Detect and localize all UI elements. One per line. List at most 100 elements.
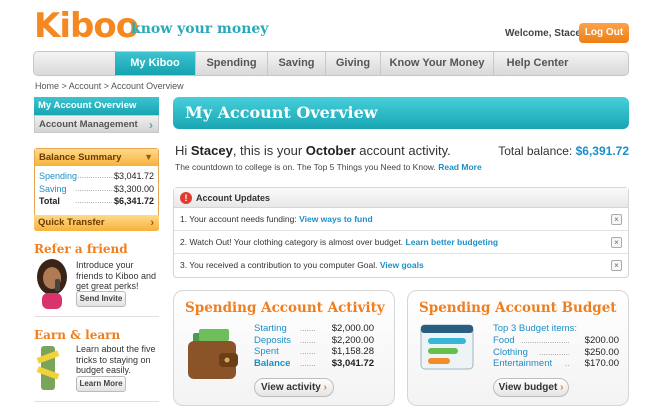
budget-amount: $200.00 <box>584 335 619 346</box>
balance-summary-header[interactable]: Balance Summary ▼ <box>35 149 158 166</box>
view-activity-button[interactable]: View activity › <box>254 378 334 397</box>
tab-know-your-money[interactable]: Know Your Money <box>381 52 494 75</box>
learn-text: Learn about the five tricks to staying o… <box>76 344 156 375</box>
card-title: Spending Account Activity <box>185 300 385 316</box>
budget-label: Food <box>493 335 515 346</box>
balance-row-total: Total ..................................… <box>35 195 158 208</box>
header: Kiboo know your money Welcome, Stacey Lo… <box>0 0 660 50</box>
account-updates-header: ! Account Updates <box>174 188 628 208</box>
countdown-text: The countdown to college is on. The Top … <box>175 162 482 172</box>
greeting-name: Stacey <box>190 143 233 158</box>
activity-row-spent: Spent .............................. $1,… <box>254 346 374 358</box>
balance-label: Saving <box>39 183 67 194</box>
tab-help-center[interactable]: Help Center <box>494 52 581 75</box>
sidebar-menu: My Account Overview Account Management › <box>34 97 159 133</box>
budget-row-food: Food .............................. $200… <box>493 335 619 347</box>
tab-spending[interactable]: Spending <box>196 52 268 75</box>
greeting-text: Hi <box>175 143 191 158</box>
budget-chart-icon <box>420 324 474 370</box>
leader-dots: .............................. <box>300 335 316 345</box>
activity-amount: $2,000.00 <box>331 323 374 334</box>
view-ways-to-fund-link[interactable]: View ways to fund <box>299 214 373 224</box>
balance-summary: Balance Summary ▼ Spending .............… <box>34 148 159 231</box>
budget-amount: $250.00 <box>584 346 619 358</box>
page-title-bar: My Account Overview <box>173 97 629 129</box>
update-item: 2. Watch Out! Your clothing category is … <box>174 231 628 254</box>
tab-my-kiboo[interactable]: My Kiboo <box>115 52 196 75</box>
button-label: View activity <box>261 382 321 393</box>
update-item: 3. You received a contribution to you co… <box>174 254 628 277</box>
divider <box>34 401 159 402</box>
activity-row-starting: Starting .............................. … <box>254 323 374 335</box>
activity-amount: $2,200.00 <box>331 334 374 346</box>
leader-dots: ........................................ <box>75 171 114 180</box>
balance-label: Spending <box>39 171 78 181</box>
learn-more-button[interactable]: Learn More <box>76 376 126 392</box>
view-goals-link[interactable]: View goals <box>380 260 424 270</box>
money-tape-measure-icon <box>36 346 60 390</box>
activity-list: Starting .............................. … <box>254 323 374 369</box>
account-updates: ! Account Updates 1. Your account needs … <box>173 187 629 278</box>
update-item: 1. Your account needs funding: View ways… <box>174 208 628 231</box>
page-title: My Account Overview <box>185 103 378 122</box>
chevron-right-icon: › <box>149 118 153 132</box>
update-text: 2. Watch Out! Your clothing category is … <box>180 237 404 247</box>
card-title: Spending Account Budget <box>419 300 617 316</box>
welcome-text: Welcome, Stacey <box>505 28 587 39</box>
refer-text: Introduce your friends to Kiboo and get … <box>76 260 157 291</box>
activity-label: Spent <box>254 346 279 357</box>
close-icon[interactable]: × <box>611 260 622 271</box>
woman-on-phone-icon <box>37 259 67 309</box>
wallet-icon <box>188 329 238 379</box>
activity-amount: $1,158.28 <box>331 346 374 357</box>
activity-amount: $3,041.72 <box>331 357 374 369</box>
spending-activity-card: Spending Account Activity Starting .....… <box>173 290 395 406</box>
spending-budget-card: Spending Account Budget Top 3 Budget ite… <box>407 290 629 406</box>
budget-row-clothing: Clothing .............................. … <box>493 347 619 359</box>
update-text: 3. You received a contribution to you co… <box>180 260 378 270</box>
sidebar-item-overview[interactable]: My Account Overview <box>34 97 159 115</box>
tab-giving[interactable]: Giving <box>326 52 381 75</box>
send-invite-button[interactable]: Send Invite <box>76 291 126 307</box>
activity-label: Starting <box>254 323 287 334</box>
balance-row-saving[interactable]: Saving .................................… <box>35 183 158 196</box>
close-icon[interactable]: × <box>611 214 622 225</box>
countdown-message: The countdown to college is on. The Top … <box>175 162 436 172</box>
refer-title: Refer a friend <box>34 242 128 256</box>
leader-dots: .............................. <box>565 359 569 368</box>
greeting-month: October <box>305 143 356 158</box>
quick-transfer-button[interactable]: Quick Transfer › <box>34 215 159 231</box>
activity-label: Balance <box>254 357 291 369</box>
tab-saving[interactable]: Saving <box>268 52 326 75</box>
greeting-text: account activity. <box>355 143 451 158</box>
leader-dots: .............................. <box>300 358 316 368</box>
learn-title: Earn & learn <box>34 328 121 342</box>
total-balance: Total balance: $6,391.72 <box>498 144 629 158</box>
greeting: Hi Stacey, this is your October account … <box>175 143 451 158</box>
budget-label: Entertainment <box>493 358 553 369</box>
leader-dots: .............................. <box>300 347 316 356</box>
close-icon[interactable]: × <box>611 237 622 248</box>
sidebar-item-management[interactable]: Account Management › <box>34 115 159 133</box>
budget-row-entertainment: Entertainment ..........................… <box>493 358 619 370</box>
account-updates-title: Account Updates <box>196 193 271 203</box>
chevron-right-icon: › <box>323 382 327 393</box>
balance-summary-title: Balance Summary <box>39 152 122 163</box>
logout-button[interactable]: Log Out <box>579 23 629 43</box>
leader-dots: .............................. <box>521 336 569 345</box>
quick-transfer-label: Quick Transfer <box>38 217 105 228</box>
breadcrumb[interactable]: Home > Account > Account Overview <box>35 81 184 91</box>
alert-icon: ! <box>180 192 192 204</box>
balance-row-spending[interactable]: Spending ...............................… <box>35 170 158 183</box>
read-more-link[interactable]: Read More <box>438 162 481 172</box>
balance-amount: $3,041.72 <box>113 171 154 181</box>
sidebar-item-label: Account Management <box>39 119 138 130</box>
view-budget-button[interactable]: View budget › <box>493 378 569 397</box>
kiboo-logo[interactable]: Kiboo <box>34 6 139 46</box>
budget-list: Food .............................. $200… <box>493 335 619 370</box>
leader-dots: .............................. <box>539 347 569 357</box>
budget-label: Clothing <box>493 346 528 358</box>
budget-heading: Top 3 Budget items: <box>493 323 577 334</box>
chevron-right-icon: › <box>150 217 154 229</box>
learn-better-budgeting-link[interactable]: Learn better budgeting <box>406 237 499 247</box>
